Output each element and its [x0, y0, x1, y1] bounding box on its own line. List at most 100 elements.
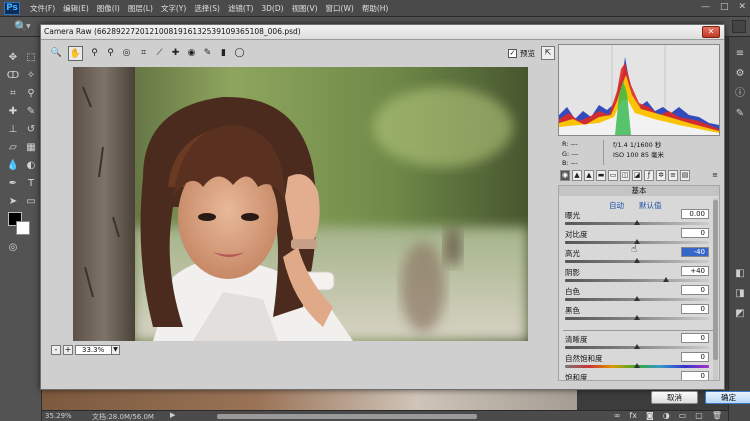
panel-scrollbar[interactable] [713, 198, 718, 380]
type-tool-icon[interactable]: T [24, 177, 38, 191]
tab-detail-icon[interactable]: ▲ [584, 170, 594, 181]
close-button[interactable]: ✕ [738, 2, 746, 12]
tab-effects-icon[interactable]: ◪ [632, 170, 642, 181]
slider-value-input[interactable]: 0 [681, 333, 709, 343]
marquee-tool-icon[interactable]: ⬚ [24, 51, 38, 65]
straighten-tool-icon[interactable]: ⟋ [152, 46, 167, 61]
channels-panel-icon[interactable]: ◨ [733, 287, 747, 301]
slider-thumb[interactable] [634, 220, 640, 225]
menu-help[interactable]: 帮助(H) [358, 3, 393, 14]
slider-value-input[interactable]: 0 [681, 371, 709, 380]
slider-value-input[interactable]: 0 [681, 304, 709, 314]
slider-track[interactable] [565, 279, 709, 282]
crop-tool-icon[interactable]: ⌗ [136, 46, 151, 61]
zoom-menu-button[interactable]: ▼ [111, 345, 120, 355]
white-balance-tool-icon[interactable]: ⚲ [87, 46, 102, 61]
slider-value-input[interactable]: 0 [681, 352, 709, 362]
layers-panel-icon[interactable]: ◧ [733, 267, 747, 281]
preview-checkbox[interactable]: ✓ [508, 49, 517, 58]
paths-panel-icon[interactable]: ◩ [733, 307, 747, 321]
zoom-tool-icon[interactable]: 🔍 [49, 46, 64, 61]
slider-thumb[interactable] [634, 258, 640, 263]
quick-select-tool-icon[interactable]: ✧ [24, 69, 38, 83]
zoom-in-button[interactable]: + [63, 345, 73, 355]
slider-value-input[interactable]: 0.00 [681, 209, 709, 219]
rectangle-tool-icon[interactable]: ▭ [24, 195, 38, 209]
slider-thumb[interactable] [634, 363, 640, 368]
graduated-filter-icon[interactable]: ▮ [216, 46, 231, 61]
horizontal-scrollbar[interactable] [217, 414, 477, 419]
menu-select[interactable]: 选择(S) [190, 3, 224, 14]
maximize-button[interactable]: □ [720, 2, 729, 12]
tab-split-toning-icon[interactable]: ▭ [608, 170, 618, 181]
hand-tool-icon[interactable]: ✋ [68, 46, 83, 61]
menu-edit[interactable]: 编辑(E) [59, 3, 93, 14]
history-panel-icon[interactable]: ≡ [733, 47, 747, 61]
menu-type[interactable]: 文字(Y) [157, 3, 190, 14]
chevron-down-icon[interactable]: ▼ [26, 23, 31, 30]
adjustment-layer-icon[interactable]: ◑ [663, 411, 670, 420]
slider-value-input[interactable]: 0 [681, 228, 709, 238]
slider-value-input[interactable]: -40 [681, 247, 709, 257]
fullscreen-toggle-icon[interactable]: ⇱ [541, 46, 555, 60]
slider-value-input[interactable]: +40 [681, 266, 709, 276]
brush-tool-icon[interactable]: ✎ [24, 105, 38, 119]
color-sampler-icon[interactable]: ⚲ [103, 46, 118, 61]
clone-stamp-icon[interactable]: ⊥ [6, 123, 20, 137]
slider-value-input[interactable]: 0 [681, 285, 709, 295]
layer-mask-icon[interactable]: ◙ [646, 411, 654, 420]
gradient-tool-icon[interactable]: ▦ [24, 141, 38, 155]
tab-camera-calibration-icon[interactable]: ƒ [644, 170, 654, 181]
adjustment-brush-icon[interactable]: ✎ [200, 46, 215, 61]
tab-snapshots-icon[interactable]: ≡ [668, 170, 678, 181]
tab-basic-icon[interactable]: ◉ [560, 170, 570, 181]
menu-3d[interactable]: 3D(D) [257, 4, 287, 13]
tab-tone-curve-icon[interactable]: ▲ [572, 170, 582, 181]
new-group-icon[interactable]: ▭ [679, 411, 687, 420]
tab-lens-icon[interactable]: ◫ [620, 170, 630, 181]
slider-thumb[interactable] [634, 315, 640, 320]
minimize-button[interactable]: — [701, 2, 710, 12]
menu-file[interactable]: 文件(F) [26, 3, 59, 14]
eraser-tool-icon[interactable]: ▱ [6, 141, 20, 155]
link-layers-icon[interactable]: ∞ [614, 411, 621, 420]
blur-tool-icon[interactable]: 💧 [6, 159, 20, 173]
properties-panel-icon[interactable]: ⚙ [733, 67, 747, 81]
slider-thumb[interactable] [634, 296, 640, 301]
slider-thumb[interactable] [662, 277, 669, 282]
delete-layer-icon[interactable]: 🗑 [712, 411, 722, 420]
menu-window[interactable]: 窗口(W) [322, 3, 358, 14]
menu-view[interactable]: 视图(V) [288, 3, 322, 14]
path-select-icon[interactable]: ➤ [6, 195, 20, 209]
menu-filter[interactable]: 滤镜(T) [224, 3, 257, 14]
slider-thumb[interactable] [634, 344, 640, 349]
dialog-close-button[interactable]: ✕ [702, 26, 720, 38]
panel-menu-icon[interactable]: ≡ [712, 171, 718, 179]
cancel-button[interactable]: 取消 [651, 391, 698, 404]
tab-presets-icon[interactable]: ✲ [656, 170, 666, 181]
radial-filter-icon[interactable]: ◯ [232, 46, 247, 61]
pen-tool-icon[interactable]: ✒ [6, 177, 20, 191]
new-layer-icon[interactable]: ▢ [695, 411, 703, 420]
targeted-adjust-icon[interactable]: ◎ [119, 46, 134, 61]
menu-layer[interactable]: 图层(L) [124, 3, 157, 14]
move-tool-icon[interactable]: ✥ [6, 51, 20, 65]
spot-removal-icon[interactable]: ✚ [168, 46, 183, 61]
dodge-tool-icon[interactable]: ◐ [24, 159, 38, 173]
healing-brush-icon[interactable]: ✚ [6, 105, 20, 119]
quick-mask-icon[interactable]: ◎ [6, 241, 20, 255]
crop-tool-icon[interactable]: ⌗ [6, 87, 20, 101]
info-panel-icon[interactable]: ⓘ [733, 87, 747, 101]
image-preview[interactable] [73, 67, 528, 341]
background-color-swatch[interactable] [16, 221, 30, 235]
ok-button[interactable]: 确定 [705, 391, 750, 404]
history-brush-icon[interactable]: ↺ [24, 123, 38, 137]
red-eye-icon[interactable]: ◉ [184, 46, 199, 61]
menu-image[interactable]: 图像(I) [93, 3, 124, 14]
scrollbar-thumb[interactable] [713, 200, 718, 360]
eyedropper-tool-icon[interactable]: ⚲ [24, 87, 38, 101]
dialog-titlebar[interactable]: Camera Raw (6628922720121008191613253910… [41, 25, 724, 40]
zoom-level[interactable]: 35.29% [45, 412, 72, 420]
chevron-right-icon[interactable]: ▶ [170, 411, 175, 419]
brush-panel-icon[interactable]: ✎ [733, 107, 747, 121]
